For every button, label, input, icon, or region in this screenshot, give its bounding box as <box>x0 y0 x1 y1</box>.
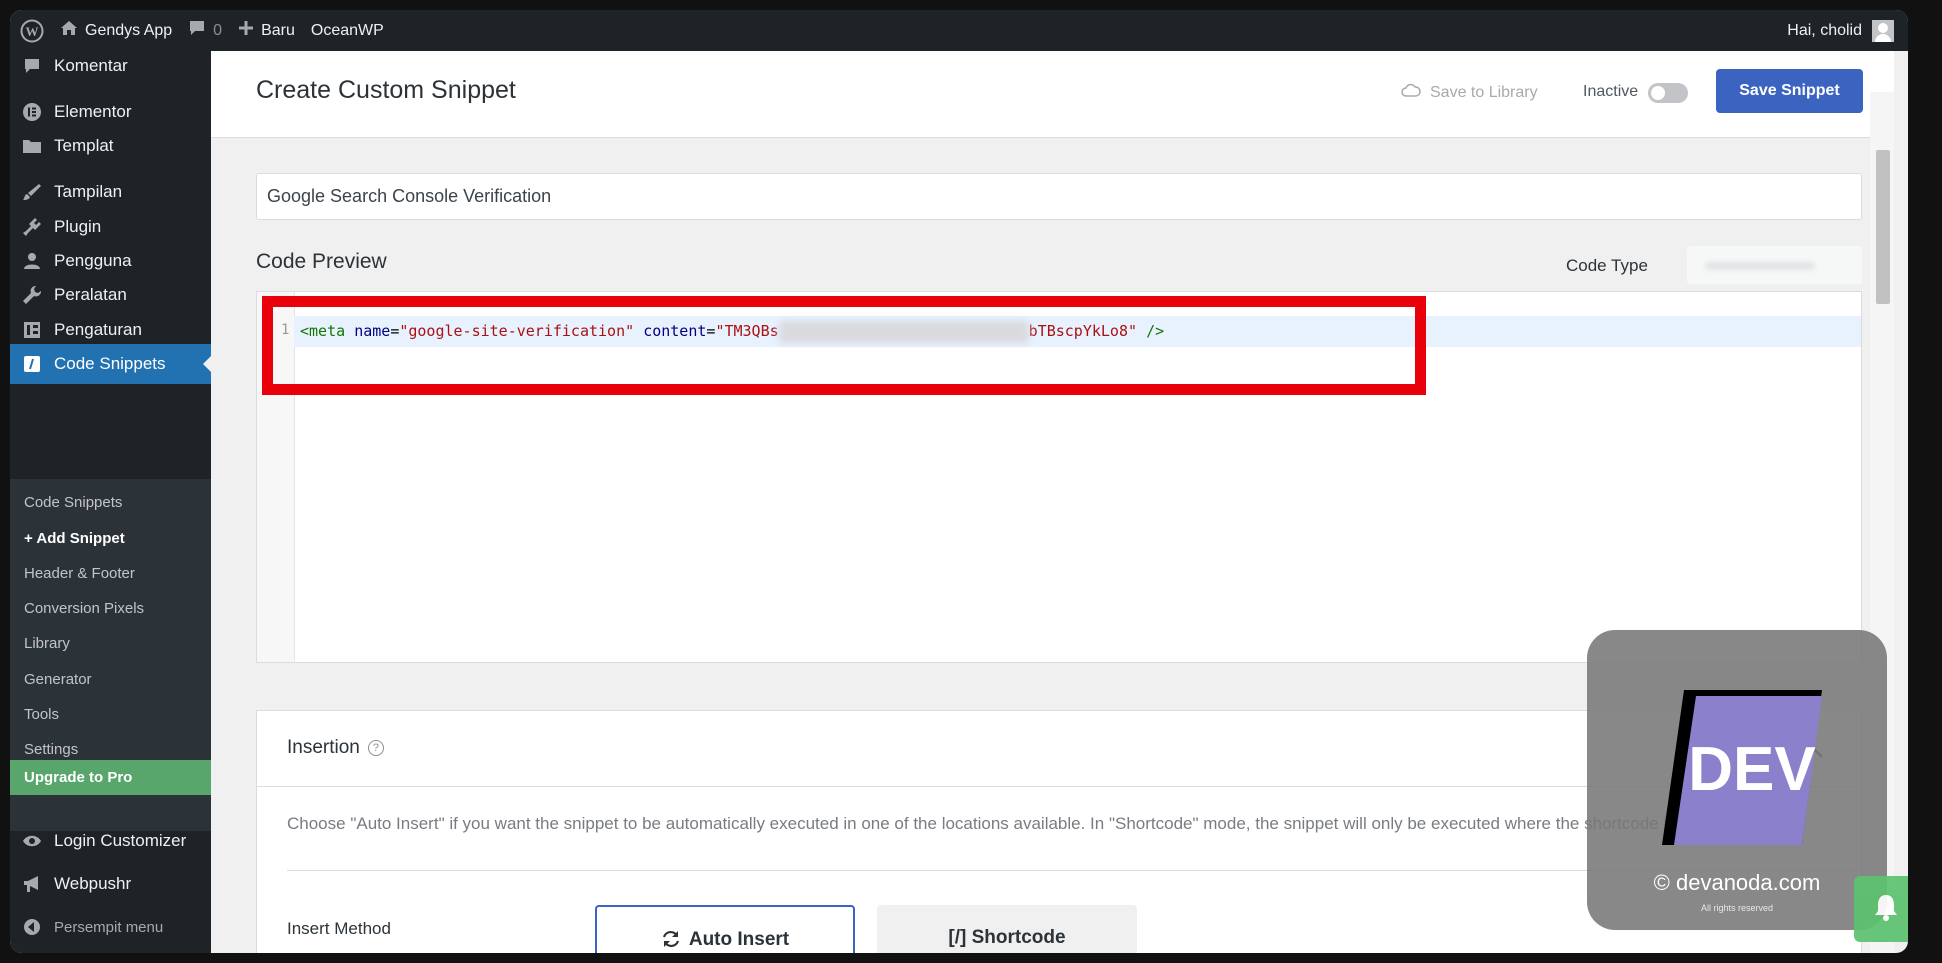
auto-insert-button[interactable]: Auto Insert <box>595 905 855 953</box>
eye-icon <box>22 831 42 851</box>
elementor-icon <box>22 102 42 122</box>
theme-link[interactable]: OceanWP <box>311 22 384 40</box>
site-name-link[interactable]: Gendys App <box>60 19 172 42</box>
dev-logo-icon: DEV <box>1662 690 1822 845</box>
status-label: Inactive <box>1583 83 1639 100</box>
save-to-library-button[interactable]: Save to Library <box>1401 83 1538 102</box>
redacted-value <box>1705 262 1815 270</box>
svg-text:DEV: DEV <box>1688 735 1815 804</box>
page-title: Create Custom Snippet <box>256 76 516 104</box>
wordpress-logo-icon[interactable]: W <box>20 19 44 43</box>
cloud-icon <box>1401 83 1421 102</box>
brush-icon <box>22 182 42 202</box>
sidebar-item-templat[interactable]: Templat <box>10 126 211 166</box>
snippet-title-input[interactable] <box>256 173 1862 220</box>
submenu-library[interactable]: Library <box>24 635 70 652</box>
active-toggle[interactable] <box>1648 83 1688 103</box>
home-icon <box>60 19 78 42</box>
insert-method-label: Insert Method <box>287 919 391 938</box>
submenu-generator[interactable]: Generator <box>24 671 92 688</box>
comments-link[interactable]: 0 <box>188 19 222 42</box>
admin-bar: W Gendys App 0 Baru OceanWP Hai, cholid <box>10 10 1908 51</box>
plus-icon <box>238 20 254 41</box>
user-account-menu[interactable]: Hai, cholid <box>1787 10 1894 51</box>
svg-text:W: W <box>26 24 39 39</box>
watermark-site: © devanoda.com <box>1653 870 1821 895</box>
browser-frame: W Gendys App 0 Baru OceanWP Hai, cholid <box>10 10 1908 953</box>
sidebar-item-code-snippets[interactable]: Code Snippets <box>10 344 211 384</box>
submenu-conversion-pixels[interactable]: Conversion Pixels <box>24 600 144 617</box>
sidebar-item-tampilan[interactable]: Tampilan <box>10 172 211 212</box>
code-preview-heading: Code Preview <box>256 250 387 273</box>
code-type-select[interactable] <box>1687 246 1862 284</box>
folder-icon <box>22 136 42 156</box>
sidebar-item-webpushr[interactable]: Webpushr <box>10 864 211 904</box>
watermark-overlay: DEV © devanoda.com All rights reserved <box>1587 630 1887 930</box>
avatar <box>1872 19 1894 42</box>
sidebar-item-komentar[interactable]: Komentar <box>10 46 211 86</box>
sidebar-item-login-customizer[interactable]: Login Customizer <box>10 821 211 861</box>
shortcode-button[interactable]: [/] Shortcode <box>877 905 1137 953</box>
watermark-rights: All rights reserved <box>1700 903 1774 913</box>
insertion-description: Choose "Auto Insert" if you want the sni… <box>287 814 1746 833</box>
wrench-icon <box>22 285 42 305</box>
plugin-icon <box>22 217 42 237</box>
user-icon <box>22 251 42 271</box>
collapse-icon <box>22 917 42 937</box>
page-header: Create Custom Snippet Save to Library In… <box>211 51 1894 138</box>
comment-icon <box>188 19 206 42</box>
refresh-icon <box>661 929 681 953</box>
submenu-add-snippet[interactable]: + Add Snippet <box>24 530 125 547</box>
scrollbar-thumb[interactable] <box>1876 150 1890 304</box>
help-icon[interactable]: ? <box>367 740 384 756</box>
comment-icon <box>22 56 42 76</box>
highlight-box <box>262 296 1426 395</box>
submenu-code-snippets[interactable]: Code Snippets <box>24 494 122 511</box>
submenu-settings[interactable]: Settings <box>24 741 78 758</box>
megaphone-icon <box>22 874 42 894</box>
submenu-tools[interactable]: Tools <box>24 706 59 723</box>
active-indicator <box>203 356 211 372</box>
new-content-link[interactable]: Baru <box>238 20 295 41</box>
submenu-header-footer[interactable]: Header & Footer <box>24 565 135 582</box>
submenu-upgrade-to-pro[interactable]: Upgrade to Pro <box>10 760 211 795</box>
settings-icon <box>22 320 42 340</box>
sidebar-item-peralatan[interactable]: Peralatan <box>10 275 211 315</box>
insertion-title: Insertion ? <box>287 737 384 759</box>
admin-sidebar: Komentar Elementor Templat Tampilan Plug… <box>10 51 211 953</box>
greeting-text: Hai, cholid <box>1787 21 1862 39</box>
code-type-label: Code Type <box>1566 256 1648 275</box>
code-icon <box>22 354 42 374</box>
bell-icon <box>1872 892 1900 927</box>
notification-bell-button[interactable] <box>1854 876 1908 942</box>
save-snippet-button[interactable]: Save Snippet <box>1716 69 1863 113</box>
collapse-menu-button[interactable]: Persempit menu <box>10 907 211 947</box>
